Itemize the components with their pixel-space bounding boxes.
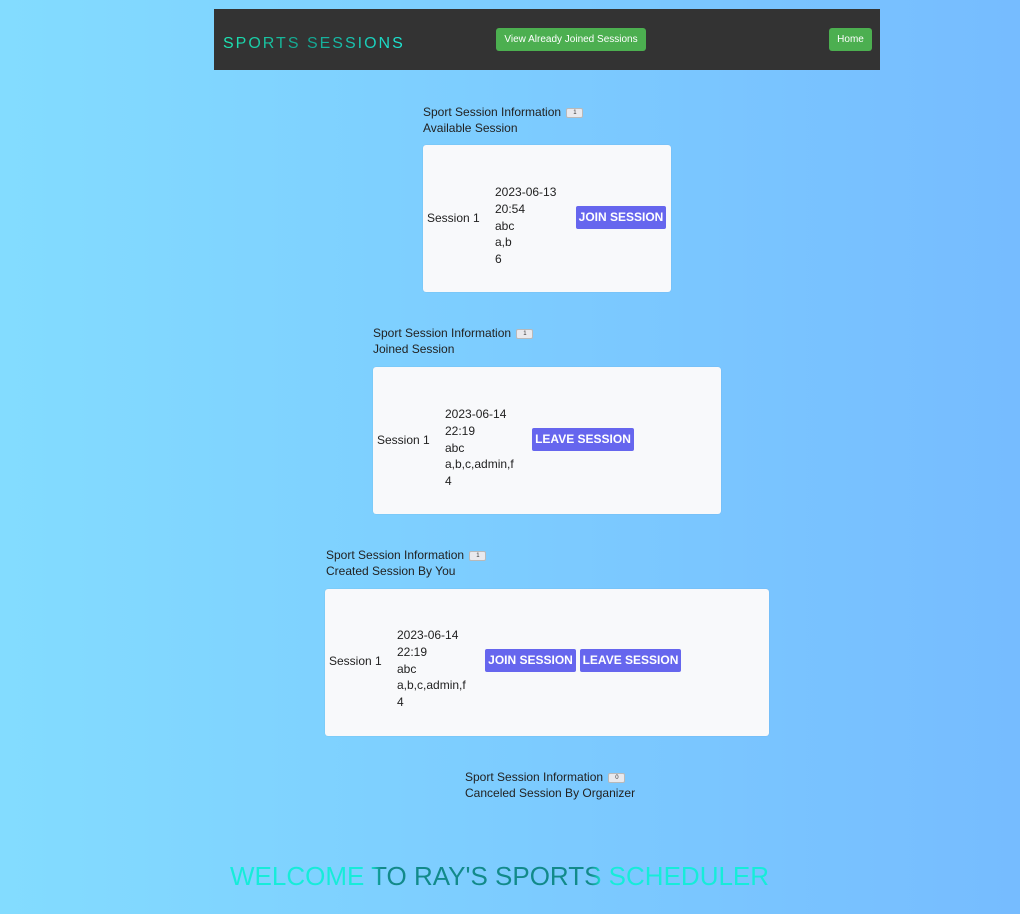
session-card-joined: Session 1 2023-06-14 22:19 abc a,b,c,adm… [373, 367, 721, 514]
created-section-header: Sport Session Information 1 Created Sess… [326, 547, 487, 579]
session-date: 2023-06-14 [445, 407, 507, 421]
session-details: 2023-06-13 20:54 abc a,b 6 [495, 184, 556, 268]
section-subtitle: Created Session By You [326, 564, 456, 578]
section-toggle-button[interactable]: 1 [469, 550, 487, 561]
brand-title: SPORTS SESSIONS [223, 35, 405, 52]
session-card-created: Session 1 2023-06-14 22:19 abc a,b,c,adm… [325, 589, 769, 736]
section-title: Sport Session Information [326, 548, 465, 562]
leave-session-button[interactable]: LEAVE SESSION [532, 428, 634, 451]
session-players: a,b,c,admin,f [445, 457, 514, 472]
session-details: 2023-06-14 22:19 abc a,b,c,admin,f 4 [397, 627, 466, 711]
session-date: 2023-06-14 [397, 628, 459, 642]
section-subtitle: Available Session [423, 121, 518, 135]
session-location: abc [445, 440, 465, 455]
session-card-available: Session 1 2023-06-13 20:54 abc a,b 6 JOI… [423, 145, 671, 292]
session-max-players: 4 [397, 695, 404, 710]
navbar: SPORTS SESSIONS View Already Joined Sess… [214, 9, 880, 70]
welcome-banner: WELCOME TO RAY'S SPORTS SCHEDULER [230, 861, 770, 891]
session-name: Session 1 [329, 654, 382, 668]
section-title: Sport Session Information [373, 326, 512, 340]
session-location: abc [397, 661, 417, 676]
session-location: abc [495, 218, 515, 233]
home-button[interactable]: Home [829, 28, 872, 51]
section-title: Sport Session Information [465, 770, 604, 784]
session-players: a,b [495, 235, 512, 250]
session-name: Session 1 [377, 433, 430, 447]
available-section-header: Sport Session Information 1 Available Se… [423, 104, 584, 136]
session-max-players: 4 [445, 474, 452, 489]
leave-session-button[interactable]: LEAVE SESSION [580, 649, 681, 672]
session-time: 22:19 [445, 423, 476, 438]
session-max-players: 6 [495, 252, 502, 267]
join-session-button[interactable]: JOIN SESSION [485, 649, 576, 672]
join-session-button[interactable]: JOIN SESSION [576, 206, 666, 229]
section-subtitle: Canceled Session By Organizer [465, 786, 636, 800]
section-title: Sport Session Information [423, 105, 562, 119]
joined-section-header: Sport Session Information 1 Joined Sessi… [373, 325, 534, 357]
canceled-section-header: Sport Session Information 0 Canceled Ses… [465, 769, 635, 801]
session-date: 2023-06-13 [495, 185, 557, 199]
section-toggle-button[interactable]: 0 [608, 772, 626, 783]
session-players: a,b,c,admin,f [397, 678, 466, 693]
section-toggle-button[interactable]: 1 [516, 328, 534, 339]
session-time: 20:54 [495, 201, 526, 216]
session-details: 2023-06-14 22:19 abc a,b,c,admin,f 4 [445, 406, 514, 490]
session-name: Session 1 [427, 211, 480, 225]
view-joined-sessions-button[interactable]: View Already Joined Sessions [496, 28, 646, 51]
section-subtitle: Joined Session [373, 342, 455, 356]
section-toggle-button[interactable]: 1 [566, 107, 584, 118]
session-time: 22:19 [397, 644, 428, 659]
